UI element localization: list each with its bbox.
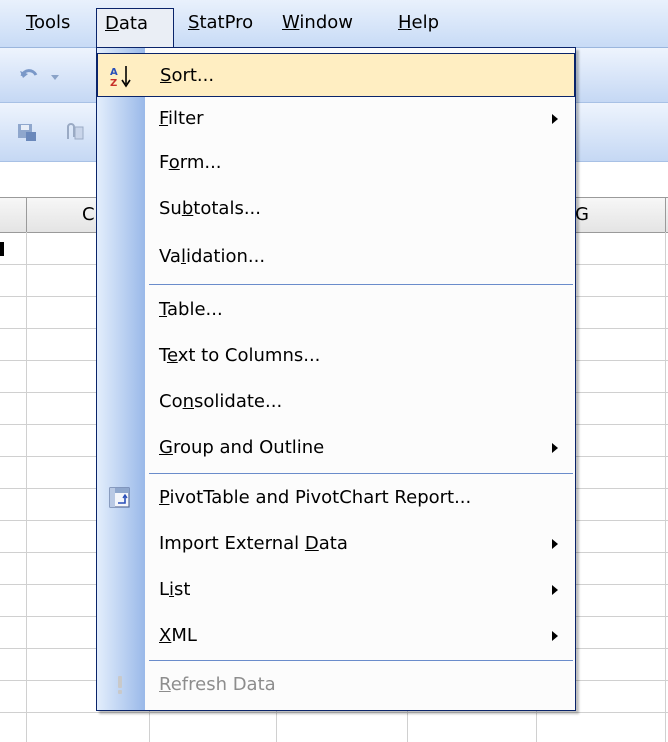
column-header-b[interactable] (0, 198, 27, 232)
svg-text:A: A (110, 67, 118, 78)
menu-item-refresh-data: Refresh Data (97, 663, 575, 707)
submenu-arrow-icon (552, 539, 558, 549)
label-suffix: st (174, 579, 191, 600)
label-prefix: Import External (159, 533, 305, 554)
label-suffix: rm... (179, 152, 222, 173)
label-suffix: idation... (185, 246, 266, 267)
column-header-label: G (575, 204, 589, 225)
menu-item-validation[interactable]: Validation... (97, 235, 575, 279)
menu-separator (149, 473, 573, 474)
menu-label-mnemonic: D (105, 13, 119, 34)
label-prefix: Su (159, 198, 182, 219)
label-mnemonic: e (166, 345, 178, 366)
label-suffix: roup and Outline (172, 437, 325, 458)
menu-item-label: Form... (159, 141, 222, 185)
menu-label-suffix: ata (118, 13, 148, 34)
label-prefix: Va (159, 246, 181, 267)
menu-item-label: List (159, 568, 190, 612)
label-suffix: ata (318, 533, 348, 554)
menu-item-group-and-outline[interactable]: Group and Outline (97, 426, 575, 470)
label-mnemonic: T (159, 299, 168, 320)
menu-item-pivottable[interactable]: PivotTable and PivotChart Report... (97, 476, 575, 520)
menu-item-label: Consolidate... (159, 380, 282, 424)
menu-window[interactable]: Window (274, 8, 361, 38)
label-suffix: totals... (193, 198, 261, 219)
menu-item-sort[interactable]: A Z Sort... (97, 53, 575, 97)
undo-dropdown-icon[interactable] (50, 68, 60, 90)
menu-item-filter[interactable]: Filter (97, 97, 575, 141)
menu-item-label: Subtotals... (159, 187, 261, 231)
sort-ascending-icon: A Z (109, 64, 133, 89)
cell-edge-marker (0, 242, 4, 256)
menu-label-suffix: indow (299, 12, 353, 33)
menu-item-consolidate[interactable]: Consolidate... (97, 380, 575, 424)
menu-item-label: Validation... (159, 235, 265, 279)
label-suffix: ilter (168, 108, 204, 129)
menu-item-label: Table... (159, 288, 223, 332)
label-mnemonic: G (159, 437, 173, 458)
menu-item-label: Text to Columns... (159, 334, 320, 378)
svg-text:Z: Z (110, 78, 117, 88)
pivottable-icon (108, 486, 132, 510)
label-mnemonic: b (181, 198, 194, 219)
submenu-arrow-icon (552, 114, 558, 124)
data-menu-dropdown: A Z Sort... Filter Form... Subtotals... … (96, 47, 576, 711)
submenu-arrow-icon (552, 585, 558, 595)
label-suffix: xt to Columns... (177, 345, 321, 366)
label-mnemonic: X (159, 625, 172, 646)
menu-tools[interactable]: Tools (18, 8, 78, 38)
menu-item-table[interactable]: Table... (97, 288, 575, 332)
menu-data[interactable]: Data (96, 8, 174, 48)
save-copy-icon[interactable] (16, 121, 38, 143)
refresh-exclamation-icon (108, 673, 132, 697)
label-suffix: ML (171, 625, 197, 646)
menu-item-subtotals[interactable]: Subtotals... (97, 187, 575, 231)
menu-label-suffix: tatPro (199, 12, 254, 33)
menu-item-label: Refresh Data (159, 663, 276, 707)
menu-item-list[interactable]: List (97, 568, 575, 612)
label-suffix: solidate... (194, 391, 283, 412)
label-mnemonic: n (182, 391, 195, 412)
label-suffix: ivotTable and PivotChart Report... (169, 487, 472, 508)
label-mnemonic: F (159, 108, 169, 129)
label-suffix: efresh Data (170, 674, 276, 695)
submenu-arrow-icon (552, 443, 558, 453)
label-prefix: Co (159, 391, 183, 412)
label-prefix: L (159, 579, 170, 600)
menu-item-label: XML (159, 614, 197, 658)
menu-item-import-external-data[interactable]: Import External Data (97, 522, 575, 566)
label-mnemonic: R (159, 674, 171, 695)
menu-label-mnemonic: T (26, 12, 34, 33)
menu-item-text-to-columns[interactable]: Text to Columns... (97, 334, 575, 378)
label-suffix: ort... (171, 65, 215, 86)
column-header-label: C (82, 204, 95, 225)
menu-item-label: PivotTable and PivotChart Report... (159, 476, 471, 520)
menu-label-mnemonic: H (398, 12, 412, 33)
menu-item-label: Import External Data (159, 522, 348, 566)
menu-label-mnemonic: S (188, 12, 200, 33)
menu-bar: Tools Data StatPro Window Help (0, 0, 668, 48)
label-mnemonic: P (159, 487, 170, 508)
label-mnemonic: S (160, 65, 172, 86)
label-prefix: T (159, 345, 167, 366)
menu-separator (149, 284, 573, 285)
menu-item-label: Group and Outline (159, 426, 324, 470)
menu-label-suffix: ools (33, 12, 71, 33)
menu-label-mnemonic: W (282, 12, 300, 33)
label-prefix: F (159, 152, 169, 173)
menu-item-form[interactable]: Form... (97, 141, 575, 185)
menu-item-label: Sort... (160, 54, 214, 98)
menu-item-label: Filter (159, 97, 204, 141)
menu-help[interactable]: Help (390, 8, 447, 38)
menu-item-xml[interactable]: XML (97, 614, 575, 658)
label-mnemonic: D (304, 533, 319, 554)
menu-separator (149, 660, 573, 661)
label-mnemonic: o (168, 152, 180, 173)
undo-icon[interactable] (18, 64, 40, 86)
menu-statpro[interactable]: StatPro (180, 8, 261, 38)
label-suffix: able... (167, 299, 223, 320)
submenu-arrow-icon (552, 631, 558, 641)
menu-label-suffix: elp (411, 12, 440, 33)
attach-icon[interactable] (62, 121, 84, 143)
